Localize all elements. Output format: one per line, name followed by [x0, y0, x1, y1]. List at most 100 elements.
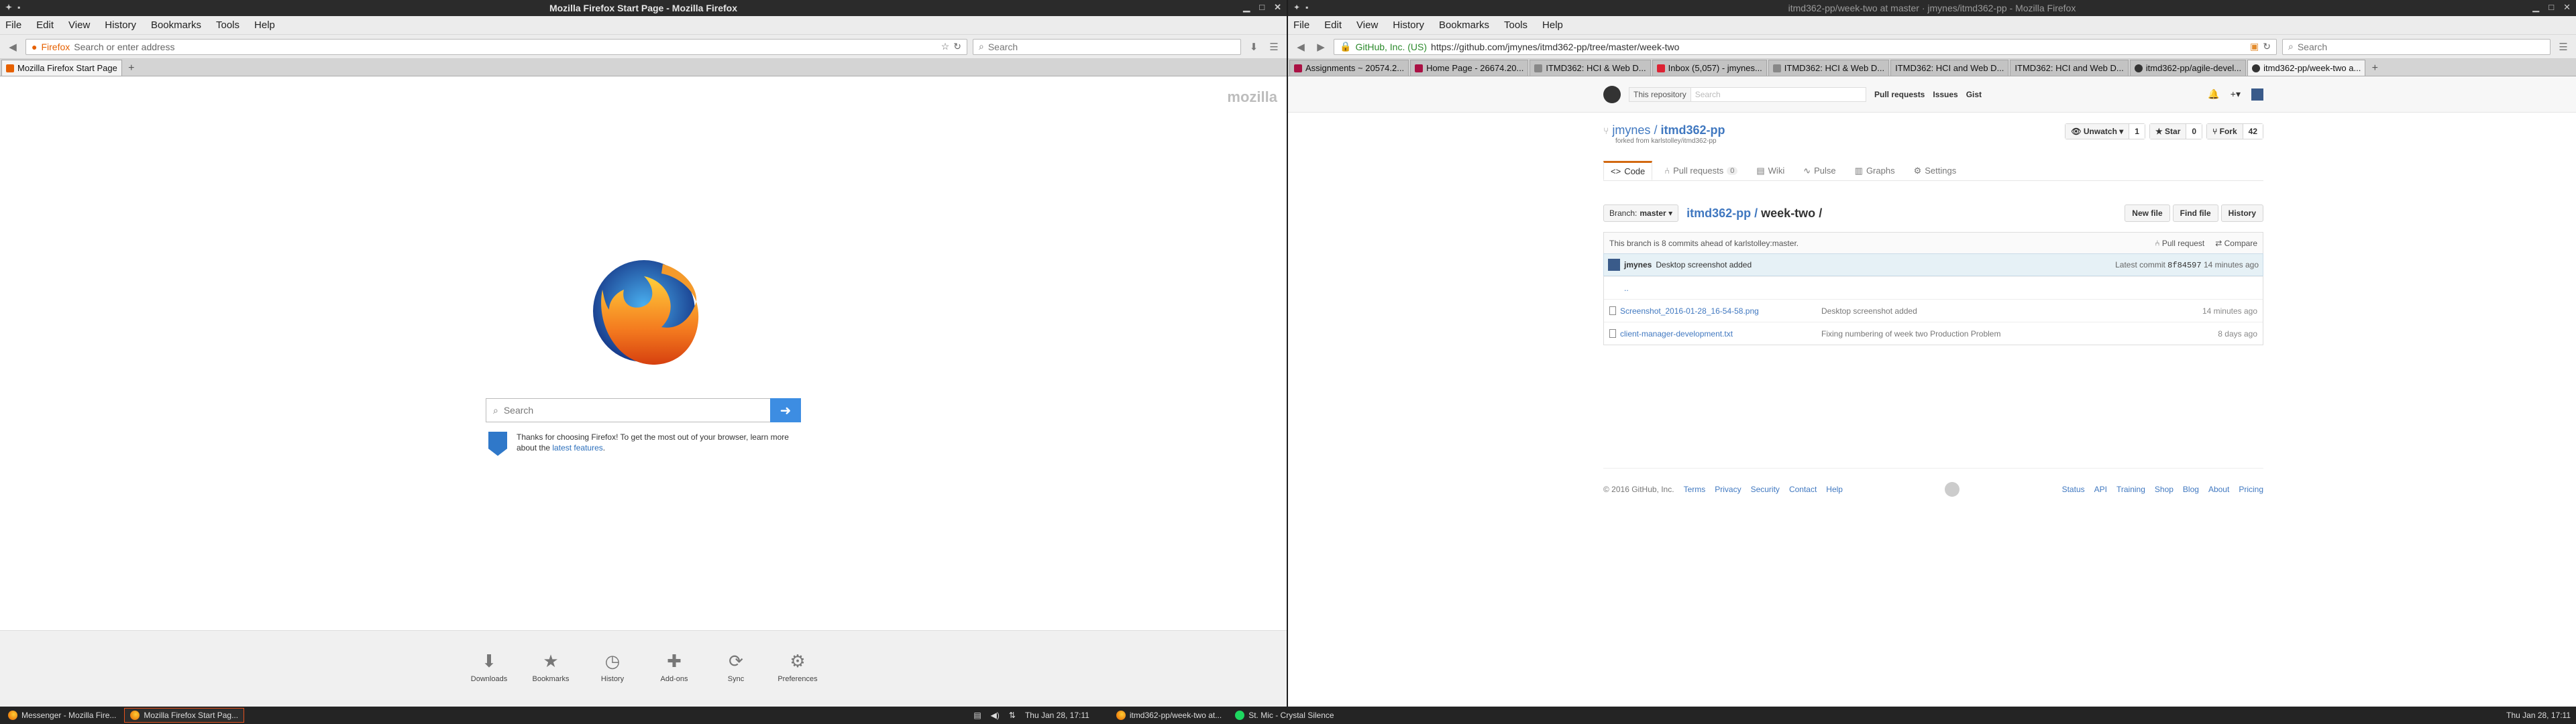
menu-bookmarks[interactable]: Bookmarks: [151, 19, 201, 31]
rss-icon[interactable]: ▣: [2250, 41, 2259, 52]
file-commit-message[interactable]: Desktop screenshot added: [1821, 306, 2202, 316]
tab-wiki[interactable]: ▤ Wiki: [1750, 161, 1791, 180]
task-spotify[interactable]: St. Mic - Crystal Silence: [1230, 708, 1339, 723]
addons-launcher[interactable]: ✚ Add-ons: [658, 651, 690, 707]
new-file-button[interactable]: New file: [2125, 204, 2170, 222]
footer-blog[interactable]: Blog: [2183, 485, 2199, 494]
repo-owner-link[interactable]: jmynes: [1612, 123, 1650, 137]
pin-icon[interactable]: ▪: [1305, 3, 1308, 12]
create-new-plus-icon[interactable]: +▾: [2231, 88, 2241, 101]
menu-help[interactable]: Help: [254, 19, 275, 31]
window-menu-icon[interactable]: ✦: [1293, 3, 1300, 12]
watch-count[interactable]: 1: [2129, 124, 2145, 139]
fork-count[interactable]: 42: [2242, 124, 2263, 139]
breadcrumb-repo-link[interactable]: itmd362-pp: [1686, 206, 1751, 220]
file-link[interactable]: Screenshot_2016-01-28_16-54-58.png: [1620, 306, 1759, 316]
history-button[interactable]: History: [2220, 204, 2263, 222]
downloads-icon[interactable]: ⬇: [1246, 40, 1261, 54]
footer-help[interactable]: Help: [1826, 485, 1843, 494]
reload-icon[interactable]: ↻: [953, 41, 961, 52]
parent-directory-link[interactable]: ..: [1609, 284, 1821, 293]
menu-bookmarks[interactable]: Bookmarks: [1439, 19, 1489, 31]
tab-itmd362-3[interactable]: ITMD362: HCI and Web D...: [1890, 60, 2009, 76]
downloads-launcher[interactable]: ⬇ Downloads: [471, 651, 507, 707]
url-bar[interactable]: ● Firefox Search or enter address ☆ ↻: [25, 38, 967, 55]
star-button[interactable]: ★ Star 0: [2149, 123, 2203, 139]
footer-training[interactable]: Training: [2116, 485, 2145, 494]
footer-pricing[interactable]: Pricing: [2239, 485, 2263, 494]
commit-message[interactable]: Desktop screenshot added: [1656, 260, 1752, 269]
menu-history[interactable]: History: [105, 19, 136, 31]
menu-history[interactable]: History: [1393, 19, 1424, 31]
unwatch-button[interactable]: 👁 Unwatch ▾ 1: [2065, 123, 2145, 139]
new-tab-icon[interactable]: +: [123, 61, 140, 76]
tab-pull-requests[interactable]: ⑃ Pull requests 0: [1658, 161, 1744, 180]
volume-icon[interactable]: ◀): [991, 711, 1000, 720]
commit-author[interactable]: jmynes: [1624, 260, 1652, 269]
tab-itmd362-2[interactable]: ITMD362: HCI & Web D...: [1768, 60, 1890, 76]
compare-link[interactable]: ⇄ Compare: [2215, 239, 2257, 248]
pull-request-link[interactable]: ⑃ Pull request: [2155, 239, 2204, 248]
commit-sha[interactable]: 8f84597: [2167, 261, 2201, 270]
pin-icon[interactable]: ▪: [17, 3, 20, 12]
issues-link[interactable]: Issues: [1933, 90, 1957, 99]
start-search-input[interactable]: ⌕ Search: [486, 398, 770, 422]
footer-status[interactable]: Status: [2062, 485, 2085, 494]
file-commit-message[interactable]: Fixing numbering of week two Production …: [1821, 329, 2218, 339]
url-bar[interactable]: 🔒 GitHub, Inc. (US) https://github.com/j…: [1334, 38, 2277, 55]
tab-graphs[interactable]: ▥ Graphs: [1848, 161, 1902, 180]
task-github-week-two[interactable]: itmd362-pp/week-two at...: [1111, 708, 1227, 723]
gist-link[interactable]: Gist: [1966, 90, 1982, 99]
maximize-icon[interactable]: □: [2548, 2, 2554, 13]
history-launcher[interactable]: ◷ History: [596, 651, 629, 707]
snippet-link[interactable]: latest features: [552, 443, 602, 452]
find-file-button[interactable]: Find file: [2172, 204, 2218, 222]
footer-security[interactable]: Security: [1751, 485, 1780, 494]
tab-start-page[interactable]: Mozilla Firefox Start Page: [1, 60, 122, 76]
network-icon[interactable]: ⇅: [1009, 711, 1016, 720]
menu-help[interactable]: Help: [1542, 19, 1563, 31]
task-firefox-start[interactable]: Mozilla Firefox Start Pag...: [124, 708, 245, 723]
tab-code[interactable]: <> Code: [1603, 161, 1653, 180]
avatar[interactable]: [1608, 259, 1620, 271]
task-messenger[interactable]: Messenger - Mozilla Fire...: [3, 708, 121, 723]
close-icon[interactable]: ✕: [1274, 2, 1281, 13]
menu-view[interactable]: View: [1356, 19, 1378, 31]
tab-itmd362-4[interactable]: ITMD362: HCI and Web D...: [2010, 60, 2129, 76]
star-count[interactable]: 0: [2186, 124, 2202, 139]
tab-settings[interactable]: ⚙ Settings: [1907, 161, 1964, 180]
tab-agile-devel[interactable]: itmd362-pp/agile-devel...: [2129, 60, 2247, 76]
menu-edit[interactable]: Edit: [1324, 19, 1342, 31]
tab-week-two[interactable]: itmd362-pp/week-two a...: [2247, 60, 2366, 76]
menu-tools[interactable]: Tools: [1504, 19, 1527, 31]
menu-tools[interactable]: Tools: [216, 19, 239, 31]
github-octocat-icon[interactable]: [1603, 86, 1621, 103]
repo-search-input[interactable]: This repository Search: [1629, 87, 1866, 102]
back-arrow-icon[interactable]: ◀: [5, 40, 20, 54]
clipboard-icon[interactable]: ▤: [973, 711, 981, 720]
repo-name-link[interactable]: itmd362-pp: [1660, 123, 1725, 137]
notifications-bell-icon[interactable]: 🔔: [2208, 88, 2219, 101]
footer-contact[interactable]: Contact: [1789, 485, 1817, 494]
fork-button[interactable]: ⑂ Fork 42: [2206, 123, 2263, 139]
pull-requests-link[interactable]: Pull requests: [1874, 90, 1925, 99]
menu-edit[interactable]: Edit: [36, 19, 54, 31]
search-bar[interactable]: ⌕ Search: [973, 38, 1241, 55]
tab-pulse[interactable]: ∿ Pulse: [1796, 161, 1842, 180]
github-mark-icon[interactable]: [1945, 482, 1960, 497]
tab-home-page[interactable]: Home Page - 26674.20...: [1410, 60, 1529, 76]
clock-right[interactable]: Thu Jan 28, 17:11: [2506, 711, 2571, 720]
sync-launcher[interactable]: ⟳ Sync: [720, 651, 752, 707]
tab-assignments[interactable]: Assignments ~ 20574.2...: [1289, 60, 1409, 76]
menu-view[interactable]: View: [68, 19, 90, 31]
minimize-icon[interactable]: ▁: [1243, 2, 1250, 13]
tab-inbox[interactable]: Inbox (5,057) - jmynes...: [1652, 60, 1767, 76]
footer-terms[interactable]: Terms: [1684, 485, 1706, 494]
maximize-icon[interactable]: □: [1259, 2, 1265, 13]
hamburger-menu-icon[interactable]: ☰: [1267, 40, 1281, 54]
bookmark-star-icon[interactable]: ☆: [941, 41, 950, 52]
new-tab-icon[interactable]: +: [2367, 61, 2383, 76]
window-menu-icon[interactable]: ✦: [5, 3, 12, 12]
reload-icon[interactable]: ↻: [2263, 41, 2271, 52]
footer-about[interactable]: About: [2208, 485, 2229, 494]
